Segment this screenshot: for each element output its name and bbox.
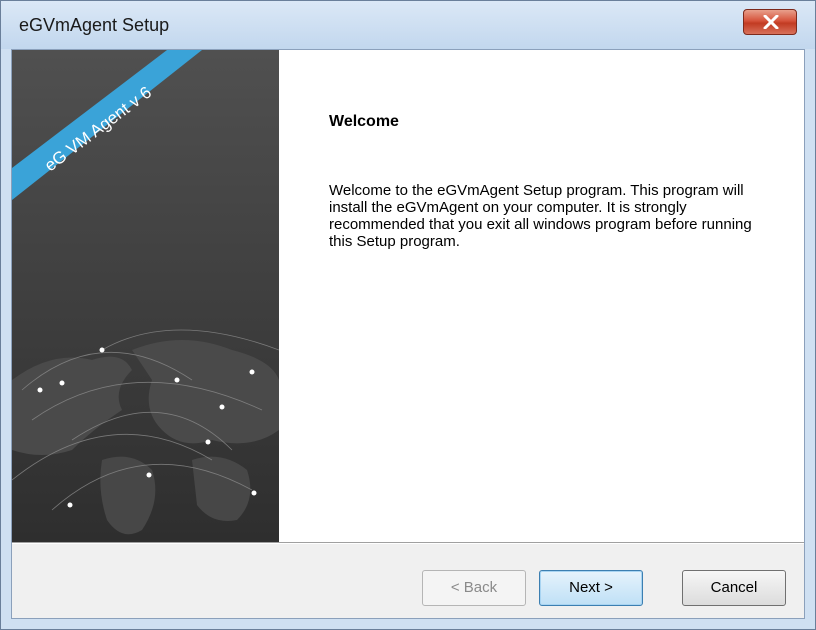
setup-window: eGVmAgent Setup eG VM Agent v 6 Welcome … [0, 0, 816, 630]
divider [12, 542, 804, 544]
client-area: eG VM Agent v 6 Welcome Welcome to the e… [11, 49, 805, 619]
cancel-button[interactable]: Cancel [682, 570, 786, 606]
welcome-text: Welcome to the eGVmAgent Setup program. … [329, 182, 752, 250]
title-bar[interactable]: eGVmAgent Setup [1, 1, 815, 49]
banner-panel: eG VM Agent v 6 [12, 50, 279, 542]
close-icon [763, 15, 779, 29]
world-map-graphic: eG VM Agent v 6 [12, 50, 279, 542]
window-title: eGVmAgent Setup [19, 15, 170, 35]
next-button[interactable]: Next > [539, 570, 643, 606]
page-heading: Welcome [329, 113, 399, 130]
close-button[interactable] [743, 9, 797, 35]
welcome-panel: Welcome Welcome to the eGVmAgent Setup p… [279, 50, 804, 542]
back-button[interactable]: < Back [422, 570, 526, 606]
